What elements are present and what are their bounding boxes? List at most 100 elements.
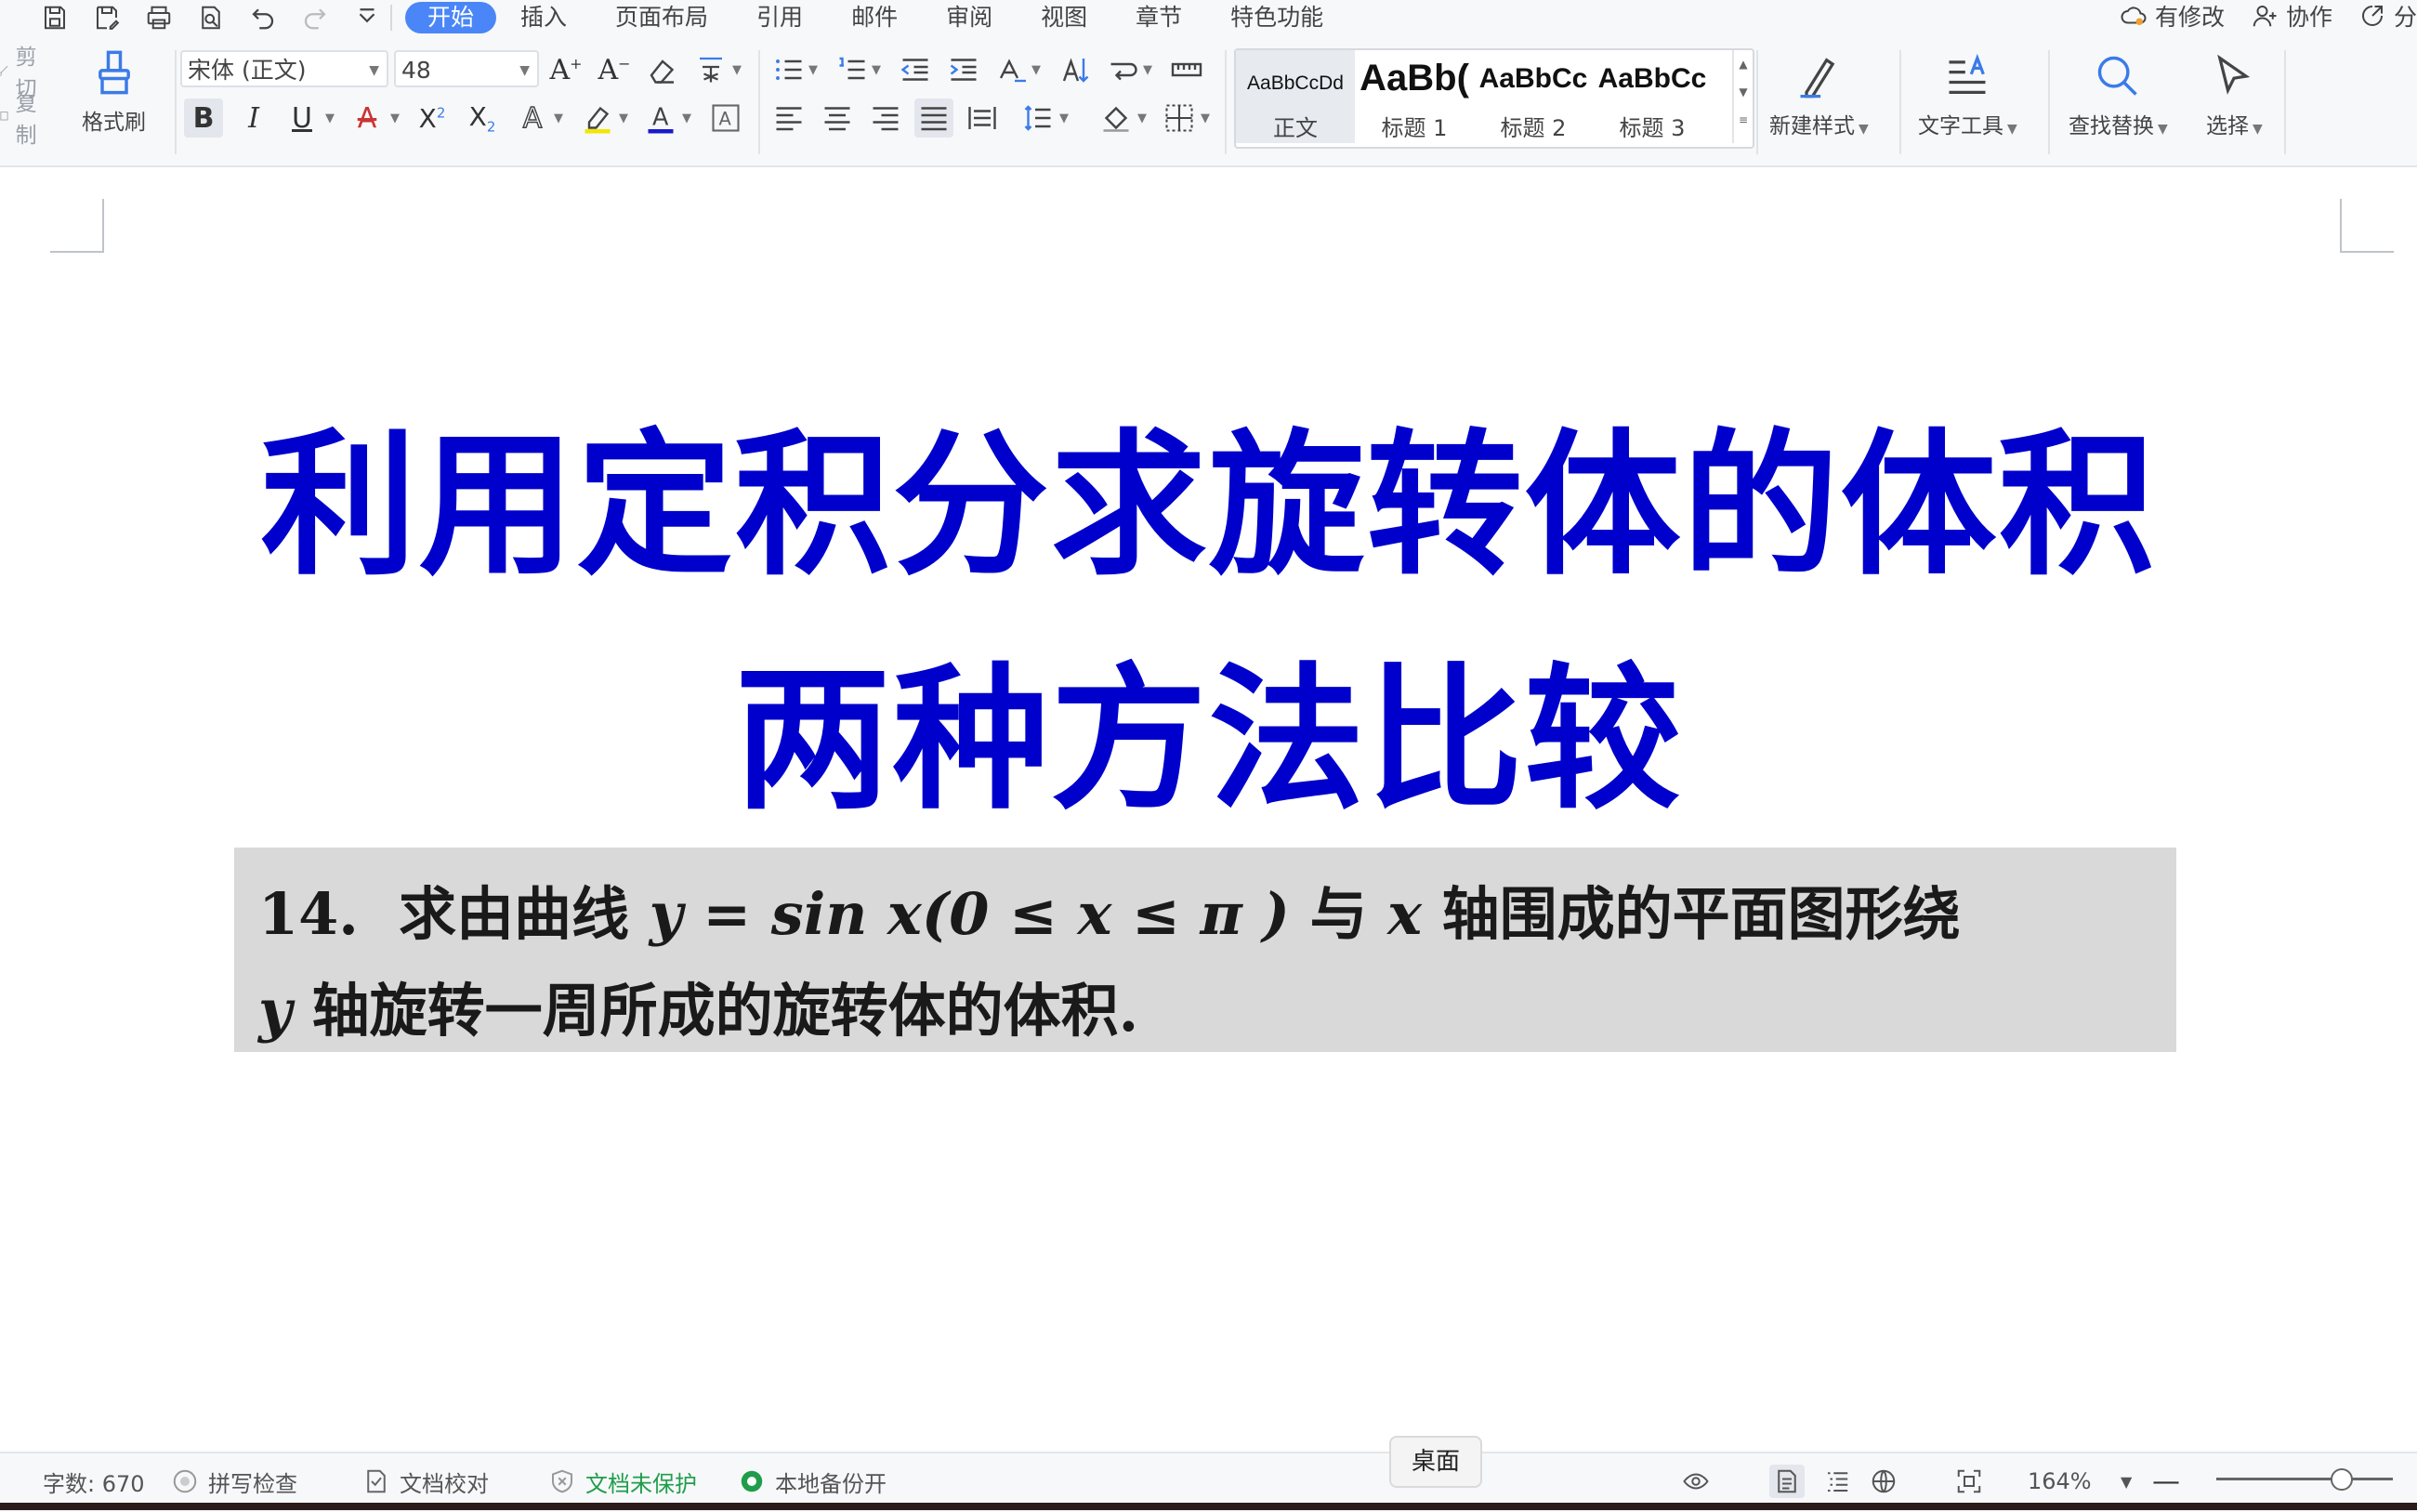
bullet-list-icon[interactable]: [769, 50, 808, 89]
word-count[interactable]: 字数: 670: [43, 1465, 145, 1498]
copy-button[interactable]: 复制: [0, 92, 44, 148]
tab-home[interactable]: 开始: [405, 2, 497, 33]
chevron-down-icon[interactable]: ▼: [554, 112, 563, 125]
superscript-button[interactable]: X2: [413, 99, 452, 138]
borders-icon[interactable]: [1160, 99, 1199, 138]
zoom-dropdown[interactable]: ▼: [2121, 1465, 2132, 1498]
share-label: 分: [2393, 4, 2417, 31]
strikethrough-button[interactable]: A: [348, 99, 387, 138]
align-left-icon[interactable]: [769, 99, 808, 138]
redo-icon[interactable]: [299, 4, 331, 32]
line-spacing-icon[interactable]: [1018, 99, 1057, 138]
distributed-align-icon[interactable]: [963, 99, 1002, 138]
doc-proof-button[interactable]: 文档校对: [362, 1465, 489, 1498]
numbered-list-icon[interactable]: [833, 50, 872, 89]
page-corner-mark: [2340, 199, 2394, 253]
new-style-label: 新建样式: [1769, 114, 1855, 138]
align-right-icon[interactable]: [866, 99, 905, 138]
italic-button[interactable]: I: [234, 99, 273, 138]
changes-button[interactable]: 有修改: [2120, 0, 2225, 33]
spell-check-button[interactable]: 拼写检查: [171, 1465, 297, 1498]
gallery-scrollbar[interactable]: ▲ ▼ ≡: [1732, 50, 1753, 143]
zoom-level[interactable]: 164%: [2028, 1465, 2092, 1498]
bold-button[interactable]: B: [184, 99, 223, 138]
web-view-button[interactable]: [1870, 1465, 1898, 1498]
chevron-down-icon[interactable]: ▼: [390, 112, 400, 125]
expand-icon[interactable]: ≡: [1734, 106, 1753, 134]
chevron-down-icon[interactable]: ▼: [1137, 112, 1147, 125]
ruler-icon[interactable]: [1167, 50, 1206, 89]
shading-icon[interactable]: [1097, 99, 1136, 138]
highlighter-icon[interactable]: [578, 99, 617, 138]
tab-insert[interactable]: 插入: [496, 2, 591, 33]
tab-references[interactable]: 引用: [732, 2, 827, 33]
outline-view-button[interactable]: [1823, 1465, 1851, 1498]
format-painter-button[interactable]: 格式刷: [82, 48, 146, 136]
style-heading-2[interactable]: AaBbCc 标题 2: [1474, 50, 1593, 143]
chevron-down-icon[interactable]: ▼: [872, 63, 881, 77]
cut-button[interactable]: 剪切: [0, 46, 44, 101]
style-heading-1[interactable]: AaBb( 标题 1: [1355, 50, 1474, 143]
grow-font-icon[interactable]: A+: [546, 50, 585, 89]
style-heading-3[interactable]: AaBbCc 标题 3: [1593, 50, 1712, 143]
decrease-indent-icon[interactable]: [896, 50, 935, 89]
zoom-slider-track[interactable]: [2216, 1478, 2393, 1480]
chevron-down-icon[interactable]: ▼: [1143, 63, 1152, 77]
tab-chapter[interactable]: 章节: [1111, 2, 1206, 33]
chevron-down-icon[interactable]: ▼: [808, 63, 818, 77]
tab-features[interactable]: 特色功能: [1206, 2, 1347, 33]
print-preview-icon[interactable]: [195, 4, 227, 32]
problem-image[interactable]: 14. 求由曲线 y = sin x(0 ≤ x ≤ π ) 与 x 轴围成的平…: [234, 848, 2176, 1052]
phonetic-guide-icon[interactable]: [691, 50, 730, 89]
collab-button[interactable]: 协作: [2251, 0, 2332, 33]
local-backup-status[interactable]: 本地备份开: [738, 1465, 887, 1498]
clear-format-icon[interactable]: [643, 50, 682, 89]
underline-button[interactable]: U: [282, 99, 322, 138]
align-center-icon[interactable]: [818, 99, 857, 138]
chevron-down-icon[interactable]: ▼: [682, 112, 691, 125]
share-button[interactable]: 分: [2358, 0, 2417, 33]
eye-protection-button[interactable]: [1682, 1465, 1710, 1498]
protection-status[interactable]: 文档未保护: [548, 1465, 697, 1498]
font-color-icon[interactable]: A: [641, 99, 680, 138]
sort-icon[interactable]: [1056, 50, 1095, 89]
zoom-slider-handle[interactable]: [2331, 1468, 2353, 1491]
font-name-combo[interactable]: 宋体 (正文) ▼: [180, 50, 388, 87]
font-size-combo[interactable]: 48 ▼: [394, 50, 539, 87]
find-replace-button[interactable]: 查找替换 ▼: [2069, 52, 2168, 139]
tab-page-layout[interactable]: 页面布局: [591, 2, 732, 33]
zoom-out-button[interactable]: —: [2152, 1465, 2180, 1498]
chevron-up-icon[interactable]: ▲: [1734, 50, 1753, 78]
chevron-down-icon[interactable]: ▼: [1059, 112, 1069, 125]
chevron-down-icon[interactable]: ▼: [619, 112, 628, 125]
chevron-down-icon[interactable]: ▼: [325, 112, 335, 125]
tab-review[interactable]: 审阅: [922, 2, 1017, 33]
justify-icon[interactable]: [914, 99, 953, 138]
text-tools-button[interactable]: 文字工具 ▼: [1918, 52, 2017, 139]
select-button[interactable]: 选择 ▼: [2206, 52, 2263, 139]
save-icon[interactable]: [39, 4, 71, 32]
chevron-down-icon[interactable]: ▼: [1031, 63, 1041, 77]
page-view-button[interactable]: [1769, 1465, 1805, 1498]
chevron-down-icon[interactable]: ▼: [1734, 78, 1753, 106]
print-icon[interactable]: [143, 4, 175, 32]
increase-indent-icon[interactable]: [944, 50, 983, 89]
new-style-button[interactable]: 新建样式 ▼: [1769, 52, 1869, 139]
chevron-down-icon[interactable]: ▼: [1201, 112, 1210, 125]
fit-page-button[interactable]: [1955, 1465, 1983, 1498]
line-break-icon[interactable]: [1104, 50, 1143, 89]
tab-view[interactable]: 视图: [1017, 2, 1111, 33]
shrink-font-icon[interactable]: A−: [595, 50, 634, 89]
text-effect-button[interactable]: A: [513, 99, 552, 138]
tab-mailings[interactable]: 邮件: [827, 2, 922, 33]
divider: [1225, 50, 1227, 154]
subscript-button[interactable]: X2: [463, 99, 502, 138]
undo-icon[interactable]: [247, 4, 279, 32]
text-direction-icon[interactable]: [992, 50, 1031, 89]
problem-number: 14.: [258, 880, 359, 948]
chevron-down-icon[interactable]: ▼: [732, 63, 742, 77]
more-icon[interactable]: [351, 4, 383, 32]
style-normal[interactable]: AaBbCcDd 正文: [1236, 50, 1355, 143]
char-border-icon[interactable]: A: [706, 99, 745, 138]
save-as-icon[interactable]: [91, 4, 123, 32]
